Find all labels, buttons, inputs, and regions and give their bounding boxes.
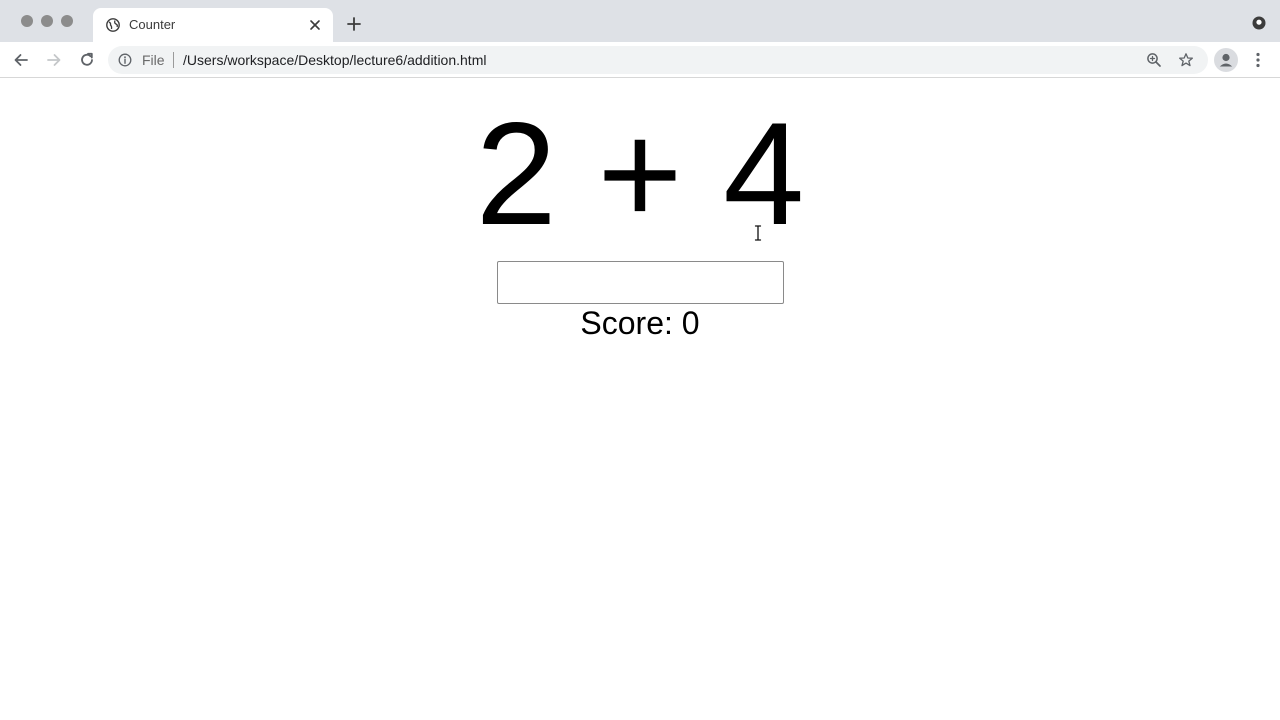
close-icon[interactable] bbox=[307, 17, 323, 33]
arrow-right-icon[interactable] bbox=[45, 51, 63, 69]
url-text[interactable]: /Users/workspace/Desktop/lecture6/additi… bbox=[183, 52, 486, 68]
globe-icon bbox=[106, 18, 120, 32]
person-icon bbox=[1219, 53, 1233, 67]
page-content: 2 + 4 Score: 0 bbox=[0, 79, 1280, 720]
window-minimize-dot[interactable] bbox=[41, 15, 53, 27]
reload-icon[interactable] bbox=[78, 51, 96, 69]
info-icon[interactable] bbox=[118, 53, 132, 67]
more-vertical-icon[interactable] bbox=[1250, 51, 1266, 69]
address-divider bbox=[173, 52, 174, 68]
account-icon[interactable] bbox=[1214, 48, 1238, 72]
browser-toolbar: File /Users/workspace/Desktop/lecture6/a… bbox=[0, 42, 1280, 78]
score-text: Score: 0 bbox=[580, 305, 700, 341]
problem-text: 2 + 4 bbox=[475, 92, 805, 255]
arrow-left-icon[interactable] bbox=[12, 51, 30, 69]
address-bar[interactable]: File /Users/workspace/Desktop/lecture6/a… bbox=[108, 46, 1208, 74]
text-cursor-icon bbox=[754, 225, 762, 241]
scheme-label: File bbox=[142, 52, 165, 68]
zoom-icon[interactable] bbox=[1146, 52, 1162, 68]
window-maximize-dot[interactable] bbox=[61, 15, 73, 27]
active-tab[interactable]: Counter bbox=[93, 8, 333, 42]
tab-title: Counter bbox=[129, 17, 176, 32]
window-close-dot[interactable] bbox=[21, 15, 33, 27]
plus-icon[interactable] bbox=[345, 15, 363, 33]
profile-chip-icon[interactable] bbox=[1252, 16, 1266, 30]
answer-input[interactable] bbox=[497, 261, 784, 304]
star-icon[interactable] bbox=[1178, 52, 1194, 68]
browser-tab-bar: Counter bbox=[0, 0, 1280, 42]
